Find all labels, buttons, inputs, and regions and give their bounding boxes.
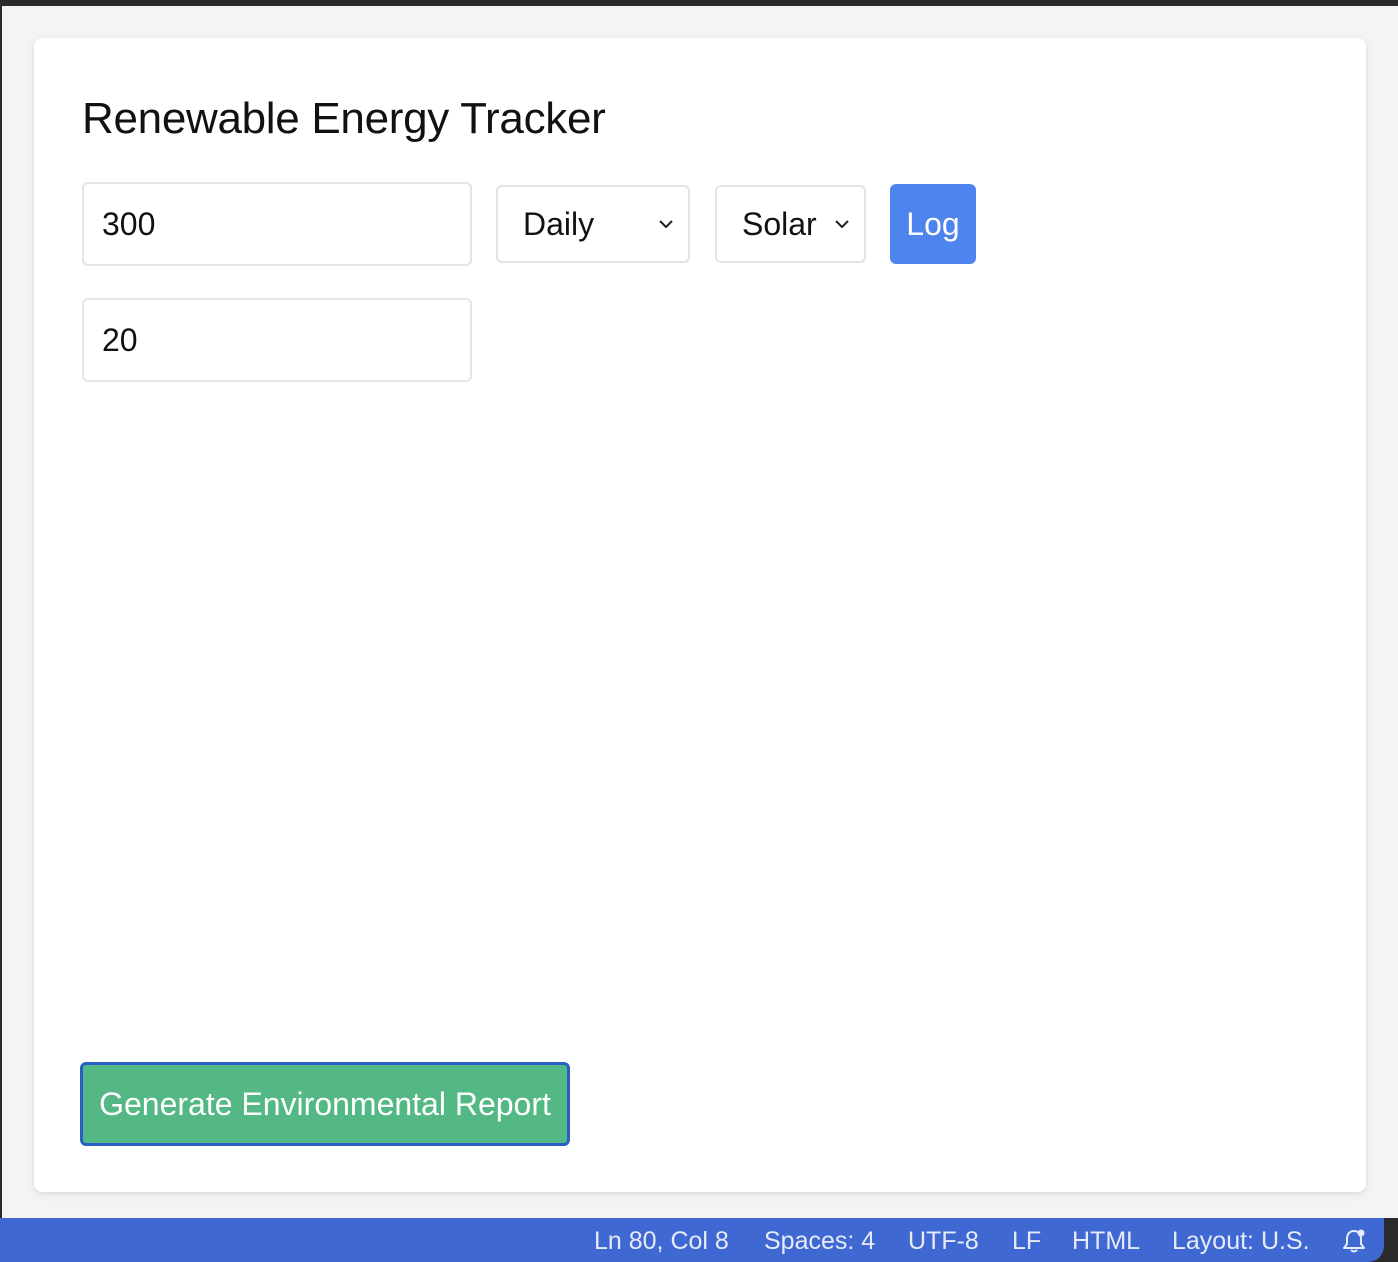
cursor-position[interactable]: Ln 80, Col 8 xyxy=(594,1227,729,1256)
chevron-down-icon xyxy=(835,220,849,229)
indentation-setting[interactable]: Spaces: 4 xyxy=(764,1227,875,1256)
energy-source-selected-value: Solar xyxy=(742,205,817,242)
energy-source-select[interactable]: Solar xyxy=(715,185,866,263)
generate-report-button[interactable]: Generate Environmental Report xyxy=(80,1062,570,1146)
language-mode[interactable]: HTML xyxy=(1072,1227,1140,1256)
frequency-select[interactable]: Daily xyxy=(496,185,690,263)
keyboard-layout[interactable]: Layout: U.S. xyxy=(1172,1227,1310,1256)
frequency-selected-value: Daily xyxy=(523,205,595,242)
notification-bell-icon[interactable] xyxy=(1340,1227,1368,1255)
hours-input[interactable]: 20 xyxy=(82,298,472,382)
line-ending[interactable]: LF xyxy=(1012,1227,1041,1256)
editor-status-bar: Ln 80, Col 8 Spaces: 4 UTF-8 LF HTML Lay… xyxy=(0,1218,1384,1262)
chevron-down-icon xyxy=(659,220,673,229)
hours-value: 20 xyxy=(102,321,138,358)
tracker-card: Renewable Energy Tracker 300 Daily Solar… xyxy=(34,38,1366,1192)
page-title: Renewable Energy Tracker xyxy=(82,94,606,143)
energy-amount-value: 300 xyxy=(102,205,156,242)
file-encoding[interactable]: UTF-8 xyxy=(908,1227,979,1256)
log-button[interactable]: Log xyxy=(890,184,976,264)
energy-amount-input[interactable]: 300 xyxy=(82,182,472,266)
page-viewport: Renewable Energy Tracker 300 Daily Solar… xyxy=(2,6,1398,1218)
